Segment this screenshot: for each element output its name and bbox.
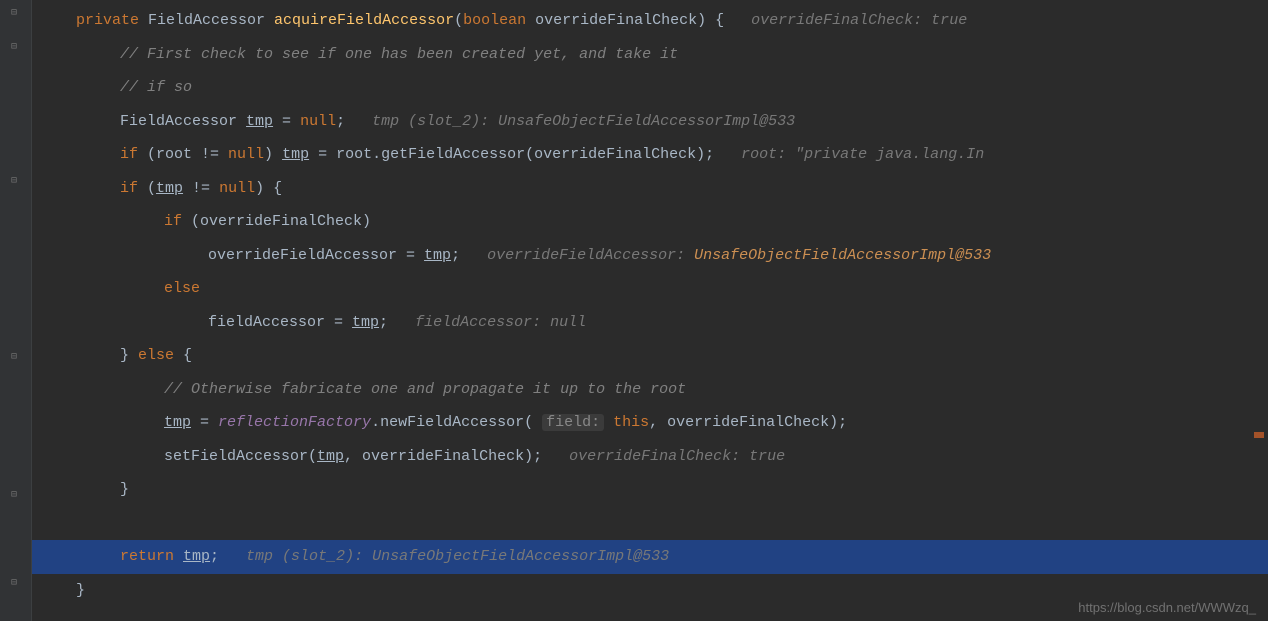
- variable: tmp: [282, 146, 309, 163]
- code-text: }: [120, 481, 129, 498]
- inline-hint: tmp (slot_2): UnsafeObjectFieldAccessorI…: [246, 548, 669, 565]
- comment: // First check to see if one has been cr…: [120, 46, 678, 63]
- static-field: reflectionFactory: [218, 414, 371, 431]
- code-text: {: [183, 347, 192, 364]
- variable: tmp: [317, 448, 344, 465]
- code-text: overrideFinalCheck) {: [526, 12, 751, 29]
- inline-hint: overrideFinalCheck: true: [569, 448, 785, 465]
- keyword-null: null: [300, 113, 336, 130]
- code-text: }: [120, 347, 138, 364]
- fold-marker-icon[interactable]: ⊟: [8, 176, 20, 188]
- code-text: ;: [451, 247, 487, 264]
- code-text: !=: [183, 180, 219, 197]
- code-text: [604, 414, 613, 431]
- code-line[interactable]: else: [32, 272, 1268, 306]
- editor-container: ⊟ ⊟ ⊟ ⊟ ⊟ ⊟ private FieldAccessor acquir…: [0, 0, 1268, 621]
- code-line[interactable]: // if so: [32, 71, 1268, 105]
- code-text: ): [264, 146, 282, 163]
- code-area[interactable]: private FieldAccessor acquireFieldAccess…: [32, 0, 1268, 621]
- code-text: (overrideFinalCheck): [191, 213, 371, 230]
- gutter[interactable]: ⊟ ⊟ ⊟ ⊟ ⊟ ⊟: [0, 0, 32, 621]
- inline-hint: fieldAccessor: null: [415, 314, 586, 331]
- code-text: .newFieldAccessor(: [371, 414, 542, 431]
- code-line[interactable]: overrideFieldAccessor = tmp; overrideFie…: [32, 239, 1268, 273]
- code-line[interactable]: // Otherwise fabricate one and propagate…: [32, 373, 1268, 407]
- code-line-blank[interactable]: [32, 507, 1268, 541]
- fold-marker-icon[interactable]: ⊟: [8, 42, 20, 54]
- code-text: overrideFieldAccessor =: [208, 247, 424, 264]
- code-text: =: [191, 414, 218, 431]
- code-text: , overrideFinalCheck);: [344, 448, 569, 465]
- variable: tmp: [164, 414, 191, 431]
- code-line[interactable]: FieldAccessor tmp = null; tmp (slot_2): …: [32, 105, 1268, 139]
- inline-hint-value: UnsafeObjectFieldAccessorImpl@533: [694, 247, 991, 264]
- keyword: else: [164, 280, 200, 297]
- fold-marker-icon[interactable]: ⊟: [8, 352, 20, 364]
- inline-hint: tmp (slot_2): UnsafeObjectFieldAccessorI…: [372, 113, 795, 130]
- keyword-null: null: [228, 146, 264, 163]
- code-text: ;: [210, 548, 246, 565]
- variable: tmp: [246, 113, 273, 130]
- code-line[interactable]: // First check to see if one has been cr…: [32, 38, 1268, 72]
- code-text: = root.getFieldAccessor(overrideFinalChe…: [309, 146, 741, 163]
- inline-hint-label: overrideFieldAccessor:: [487, 247, 694, 264]
- code-text: , overrideFinalCheck);: [649, 414, 847, 431]
- code-line[interactable]: setFieldAccessor(tmp, overrideFinalCheck…: [32, 440, 1268, 474]
- keyword-null: null: [219, 180, 255, 197]
- variable: tmp: [156, 180, 183, 197]
- fold-marker-icon[interactable]: ⊟: [8, 490, 20, 502]
- keyword: boolean: [463, 12, 526, 29]
- code-line[interactable]: fieldAccessor = tmp; fieldAccessor: null: [32, 306, 1268, 340]
- code-text: setFieldAccessor(: [164, 448, 317, 465]
- code-line[interactable]: tmp = reflectionFactory.newFieldAccessor…: [32, 406, 1268, 440]
- method-name: acquireFieldAccessor: [274, 12, 454, 29]
- code-text: fieldAccessor =: [208, 314, 352, 331]
- code-line[interactable]: }: [32, 473, 1268, 507]
- keyword: if: [164, 213, 191, 230]
- code-text: (root !=: [147, 146, 228, 163]
- keyword: private: [76, 12, 139, 29]
- code-text: FieldAccessor: [120, 113, 246, 130]
- code-line[interactable]: if (root != null) tmp = root.getFieldAcc…: [32, 138, 1268, 172]
- variable: tmp: [424, 247, 451, 264]
- code-text: (: [454, 12, 463, 29]
- inline-hint: root: "private java.lang.In: [741, 146, 984, 163]
- variable: tmp: [352, 314, 379, 331]
- type-ref: FieldAccessor: [139, 12, 274, 29]
- code-line-current[interactable]: return tmp; tmp (slot_2): UnsafeObjectFi…: [32, 540, 1268, 574]
- comment: // Otherwise fabricate one and propagate…: [164, 381, 686, 398]
- keyword: if: [120, 180, 147, 197]
- code-text: ) {: [255, 180, 282, 197]
- keyword-this: this: [613, 414, 649, 431]
- code-text: =: [273, 113, 300, 130]
- keyword: if: [120, 146, 147, 163]
- code-line[interactable]: if (overrideFinalCheck): [32, 205, 1268, 239]
- fold-marker-icon[interactable]: ⊟: [8, 578, 20, 590]
- code-line[interactable]: } else {: [32, 339, 1268, 373]
- fold-marker-icon[interactable]: ⊟: [8, 8, 20, 20]
- code-text: ;: [336, 113, 372, 130]
- code-line[interactable]: private FieldAccessor acquireFieldAccess…: [32, 4, 1268, 38]
- keyword-return: return: [120, 548, 183, 565]
- watermark-text: https://blog.csdn.net/WWWzq_: [1078, 600, 1256, 615]
- code-text: }: [76, 582, 85, 599]
- keyword: else: [138, 347, 183, 364]
- minimap-marker[interactable]: [1254, 432, 1264, 438]
- code-text: ;: [379, 314, 415, 331]
- variable: tmp: [183, 548, 210, 565]
- comment: // if so: [120, 79, 192, 96]
- inline-hint: overrideFinalCheck: true: [751, 12, 967, 29]
- code-line[interactable]: if (tmp != null) {: [32, 172, 1268, 206]
- param-hint: field:: [542, 414, 604, 431]
- code-text: (: [147, 180, 156, 197]
